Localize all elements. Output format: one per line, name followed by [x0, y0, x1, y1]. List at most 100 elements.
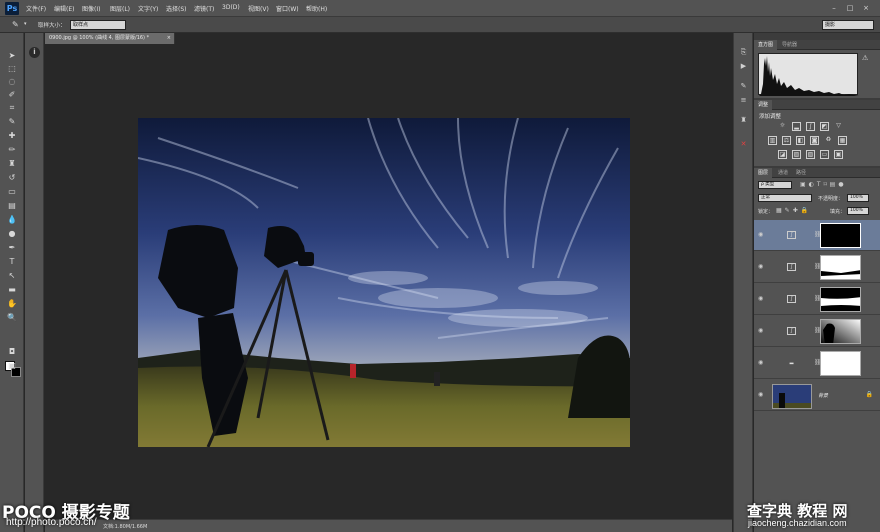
posterize-icon[interactable]: ▨ [792, 150, 801, 159]
quick-select-tool-icon[interactable]: ✐ [6, 90, 18, 100]
layer-row-curves-1[interactable]: ◉ ∫ ⛓ [754, 316, 880, 347]
exposure-icon[interactable]: ◩ [820, 122, 829, 131]
shape-tool-icon[interactable]: ▬ [6, 285, 18, 295]
black-white-icon[interactable]: ◧ [796, 136, 805, 145]
layer-mask-thumbnail[interactable] [820, 319, 861, 344]
photo-filter-icon[interactable]: ◙ [810, 136, 819, 145]
menu-3d[interactable]: 3D(D) [222, 4, 240, 11]
menu-file[interactable]: 文件(F) [26, 4, 46, 13]
tab-navigator[interactable]: 导航器 [778, 40, 801, 50]
color-balance-icon[interactable]: ⚖ [782, 136, 791, 145]
brush-panel-icon[interactable]: ✎ [738, 81, 749, 91]
zoom-tool-icon[interactable]: 🔍 [6, 313, 18, 323]
fill-input[interactable]: 100% [847, 207, 869, 215]
history-brush-tool-icon[interactable]: ↺ [6, 173, 18, 183]
visibility-eye-icon[interactable]: ◉ [758, 392, 766, 398]
visibility-eye-icon[interactable]: ◉ [758, 232, 766, 238]
document-size-status[interactable]: 文档:1.80M/1.66M [103, 523, 147, 530]
levels-icon[interactable]: ▂ [792, 122, 801, 131]
layer-mask-thumbnail[interactable] [820, 223, 861, 248]
color-lookup-icon[interactable]: ▦ [838, 136, 847, 145]
sample-size-select[interactable]: 取样点 [70, 20, 126, 30]
clone-stamp-tool-icon[interactable]: ♜ [6, 159, 18, 169]
visibility-eye-icon[interactable]: ◉ [758, 264, 766, 270]
layer-filter-icons[interactable]: ▣◐T⌑▤● [800, 181, 847, 188]
chazidian-watermark-url: jiaocheng.chazidian.com [748, 518, 847, 528]
layer-row-curves-3[interactable]: ◉ ∫ ⛓ [754, 252, 880, 283]
healing-brush-tool-icon[interactable]: ✚ [6, 131, 18, 141]
hand-tool-icon[interactable]: ✋ [6, 299, 18, 309]
channel-mixer-icon[interactable]: ♻ [824, 136, 833, 145]
visibility-eye-icon[interactable]: ◉ [758, 360, 766, 366]
threshold-icon[interactable]: ▧ [806, 150, 815, 159]
minimize-button[interactable]: – [828, 3, 840, 13]
menu-window[interactable]: 窗口(W) [276, 4, 299, 13]
actions-icon[interactable]: ▶ [738, 61, 749, 71]
layer-mask-thumbnail[interactable] [820, 287, 861, 312]
layer-mask-thumbnail[interactable] [820, 255, 861, 280]
brush-tool-icon[interactable]: ✏ [6, 145, 18, 155]
layer-row-curves-2[interactable]: ◉ ∫ ⛓ [754, 284, 880, 315]
quick-mask-icon[interactable]: ◘ [6, 347, 18, 357]
menu-select[interactable]: 选择(S) [166, 4, 187, 13]
maximize-button[interactable]: □ [844, 3, 856, 13]
selective-color-icon[interactable]: ▣ [834, 150, 843, 159]
brightness-icon[interactable]: ☼ [778, 122, 787, 131]
invert-icon[interactable]: ◪ [778, 150, 787, 159]
visibility-eye-icon[interactable]: ◉ [758, 328, 766, 334]
vibrance-icon[interactable]: ▽ [834, 122, 843, 131]
tab-histogram[interactable]: 直方图 [754, 40, 778, 50]
dodge-tool-icon[interactable]: ● [6, 229, 18, 239]
screen-mode-icon[interactable]: ▣ [6, 361, 18, 371]
type-tool-icon[interactable]: T [6, 257, 18, 267]
eyedropper-icon[interactable]: ✎ [12, 20, 19, 29]
tool-presets-icon[interactable]: ✕ [738, 139, 749, 149]
menu-image[interactable]: 图像(I) [82, 4, 100, 13]
menu-layer[interactable]: 图层(L) [110, 4, 130, 13]
menu-view[interactable]: 视图(V) [248, 4, 269, 13]
document-image[interactable] [138, 118, 630, 447]
menu-help[interactable]: 帮助(H) [306, 4, 327, 13]
layer-filter-select[interactable]: ρ 类型 [758, 181, 792, 189]
close-tab-icon[interactable]: × [167, 33, 171, 44]
curves-icon[interactable]: ∫ [806, 122, 815, 131]
layer-mask-thumbnail[interactable] [820, 351, 861, 376]
document-tab[interactable]: 0900.jpg @ 100% (曲线 4, 图层蒙版/16) * × [45, 33, 175, 44]
menu-type[interactable]: 文字(Y) [138, 4, 158, 13]
blend-mode-select[interactable]: 正常 [758, 194, 812, 202]
crop-tool-icon[interactable]: ⌗ [6, 103, 18, 113]
tab-channels[interactable]: 通道 [774, 168, 792, 178]
tab-layers[interactable]: 图层 [754, 168, 773, 178]
tab-paths[interactable]: 路径 [792, 168, 810, 178]
menu-edit[interactable]: 编辑(E) [54, 4, 74, 13]
gradient-tool-icon[interactable]: ▤ [6, 201, 18, 211]
info-icon[interactable]: i [29, 47, 40, 58]
tab-adjustments[interactable]: 调整 [754, 100, 773, 110]
path-select-tool-icon[interactable]: ↖ [6, 271, 18, 281]
marquee-tool-icon[interactable]: ⬚ [6, 64, 18, 74]
move-tool-icon[interactable]: ➤ [6, 51, 18, 61]
background-layer-name[interactable]: 背景 [818, 392, 828, 399]
workspace-select[interactable]: 摄影 [822, 20, 874, 30]
layer-row-background[interactable]: ◉ 背景 🔒 [754, 380, 880, 411]
opacity-input[interactable]: 100% [847, 194, 869, 202]
eyedropper-tool-icon[interactable]: ✎ [6, 117, 18, 127]
lock-icons[interactable]: ▦✎✚🔒 [776, 207, 811, 214]
visibility-eye-icon[interactable]: ◉ [758, 296, 766, 302]
brush-presets-icon[interactable]: ≡ [738, 95, 749, 105]
blur-tool-icon[interactable]: 💧 [6, 215, 18, 225]
close-button[interactable]: × [860, 3, 872, 13]
lasso-tool-icon[interactable]: ◌ [6, 77, 18, 87]
history-icon[interactable]: ⎘ [738, 47, 749, 57]
photoshop-logo[interactable]: Ps [5, 2, 19, 15]
hue-saturation-icon[interactable]: ▥ [768, 136, 777, 145]
warning-icon[interactable]: ⚠ [862, 54, 868, 62]
layer-row-curves-4[interactable]: ◉ ∫ ⛓ [754, 220, 880, 251]
chevron-down-icon[interactable]: ▾ [24, 21, 27, 27]
eraser-tool-icon[interactable]: ▭ [6, 187, 18, 197]
menu-filter[interactable]: 滤镜(T) [194, 4, 214, 13]
clone-source-icon[interactable]: ♜ [738, 115, 749, 125]
layer-row-levels[interactable]: ◉ ▂ ⛓ [754, 348, 880, 379]
pen-tool-icon[interactable]: ✒ [6, 243, 18, 253]
gradient-map-icon[interactable]: ▭ [820, 150, 829, 159]
